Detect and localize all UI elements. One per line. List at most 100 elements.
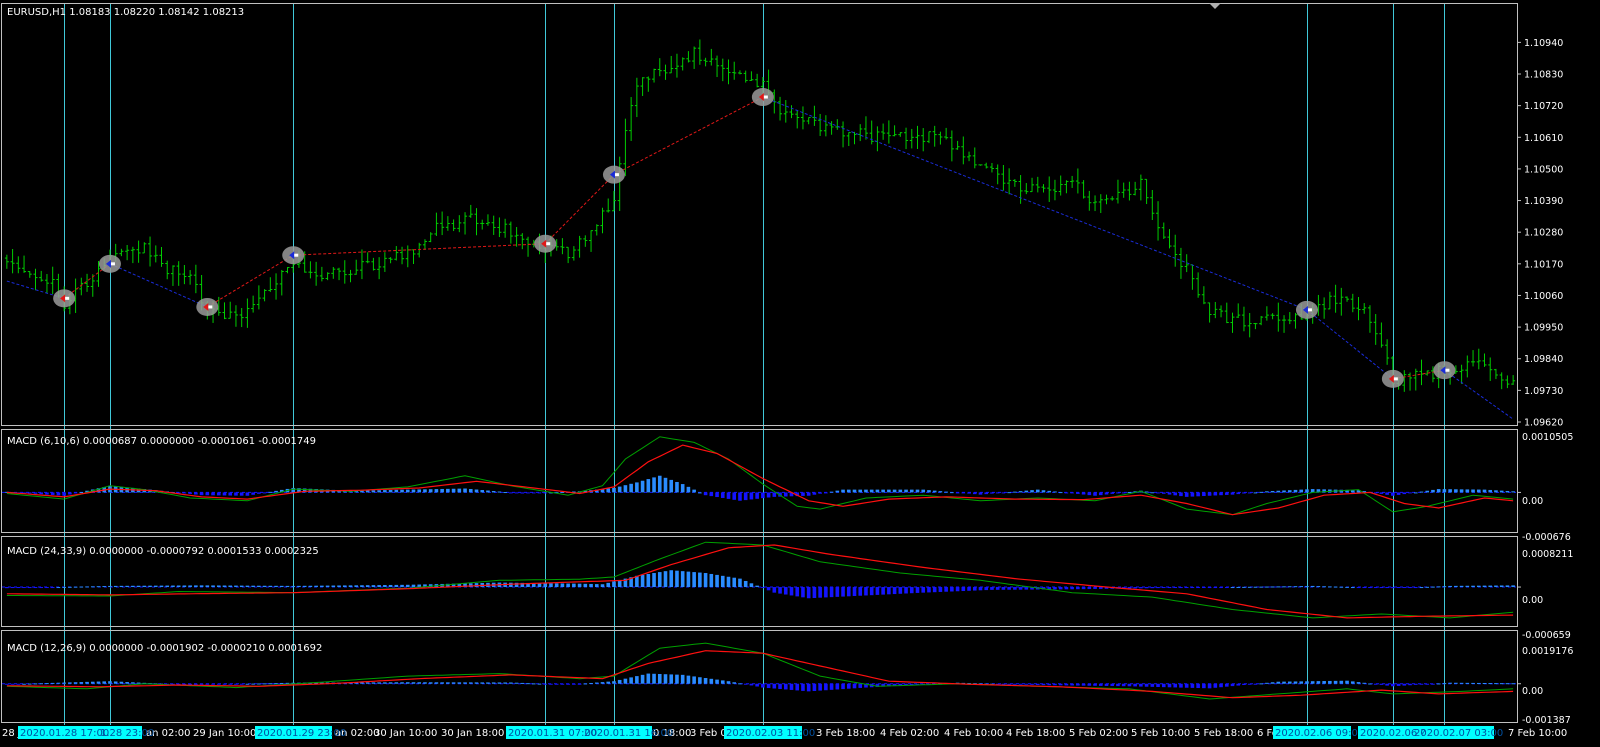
macd-histogram-bar <box>1058 683 1063 686</box>
macd-histogram-bar <box>629 677 633 684</box>
macd-histogram-bar <box>1098 587 1103 589</box>
macd-histogram-bar <box>1144 683 1149 687</box>
macd-histogram-bar <box>755 492 759 499</box>
time-axis: 28 J an 02:00 29 Jan 10:00 an 02:00 30 J… <box>2 726 1567 739</box>
macd-histogram-bar <box>1402 492 1407 495</box>
macd-histogram-bar <box>818 587 822 598</box>
macd-histogram-bar <box>1413 587 1418 589</box>
macd-histogram-bar <box>1167 492 1172 495</box>
macd-histogram-bar <box>68 586 72 588</box>
macd-histogram-bar <box>755 683 759 687</box>
macd-histogram-bar <box>1219 587 1223 589</box>
macd-histogram-bar <box>1448 585 1452 588</box>
macd-histogram-bar <box>1024 683 1029 685</box>
macd-histogram-bar <box>537 683 542 685</box>
macd-histogram-bar <box>864 489 868 493</box>
macd-histogram-bar <box>1110 492 1115 494</box>
macd-histogram-bar <box>423 682 427 684</box>
macd-histogram-bar <box>635 575 639 588</box>
macd-histogram-bar <box>531 683 536 685</box>
macd-histogram-bar <box>852 683 857 689</box>
macd-histogram-bar <box>772 683 777 689</box>
macd-histogram-bar <box>646 573 651 588</box>
macd-histogram-bar <box>560 583 565 588</box>
time-label: 5 Feb 18:00 <box>1194 728 1253 739</box>
macd-histogram-bar <box>1276 490 1281 493</box>
macd-2-min-label: -0.000659 <box>1522 630 1571 641</box>
macd-histogram-bar <box>90 586 95 588</box>
macd-histogram-bar <box>1213 683 1218 688</box>
macd-histogram-bar <box>1259 586 1263 588</box>
macd-histogram-bar <box>1345 680 1349 684</box>
macd-histogram-bar <box>1299 681 1304 684</box>
macd-histogram-bar <box>503 492 507 494</box>
macd-histogram-bar <box>1328 680 1332 684</box>
macd-histogram-bar <box>594 682 599 684</box>
macd-histogram-bar <box>652 477 656 493</box>
macd-histogram-bar <box>142 585 147 588</box>
macd-histogram-bar <box>257 585 261 588</box>
macd-histogram-bar <box>1030 490 1034 493</box>
macd-histogram-bar <box>1179 492 1183 497</box>
macd-histogram-bar <box>1494 683 1498 685</box>
macd-histogram-bar <box>257 492 261 494</box>
macd-histogram-bar <box>646 479 651 493</box>
macd-histogram-bar <box>1442 489 1447 493</box>
macd-histogram-bar <box>1161 587 1166 589</box>
macd-histogram-bar <box>1436 489 1441 493</box>
macd-histogram-bar <box>738 578 742 588</box>
mt4-chart-window[interactable]: EURUSD,H1 1.08183 1.08220 1.08142 1.0821… <box>0 0 1600 747</box>
macd-histogram-bar <box>1431 586 1435 588</box>
macd-histogram-bar <box>394 584 399 588</box>
macd-histogram-bar <box>709 678 714 684</box>
macd-histogram-bar <box>703 678 708 684</box>
macd-histogram-bar <box>1419 587 1424 589</box>
macd-histogram-bar <box>434 682 439 684</box>
macd-histogram-bar <box>234 585 238 588</box>
macd-histogram-bar <box>377 682 381 684</box>
macd-histogram-bar <box>268 683 273 685</box>
macd-histogram-bar <box>1247 492 1252 494</box>
macd-histogram-bar <box>371 490 376 493</box>
macd-histogram-bar <box>39 492 44 495</box>
macd-histogram-bar <box>222 683 227 685</box>
macd-histogram-bar <box>108 585 112 588</box>
macd-histogram-bar <box>1282 681 1286 684</box>
macd-histogram-bar <box>383 682 387 684</box>
macd-histogram-bar <box>79 586 84 588</box>
macd-histogram-bar <box>1293 489 1298 493</box>
macd-histogram-bar <box>869 587 874 596</box>
macd-histogram-bar <box>892 489 897 493</box>
macd-histogram-bar <box>806 587 811 599</box>
macd-histogram-bar <box>497 491 502 493</box>
sell-signal-icon <box>196 297 219 316</box>
macd-histogram-bar <box>1476 682 1481 684</box>
macd-histogram-bar <box>417 489 422 493</box>
macd-histogram-bar <box>852 587 857 597</box>
macd-histogram-bar <box>1402 683 1407 686</box>
buy-signal-icon <box>98 254 121 273</box>
macd-histogram-bar <box>27 683 32 685</box>
macd-histogram-bar <box>1333 586 1338 588</box>
macd-histogram-bar <box>967 492 971 494</box>
macd-histogram-bar <box>1202 683 1206 689</box>
macd-histogram-bar <box>657 572 662 588</box>
macd-histogram-bar <box>245 585 250 588</box>
macd-histogram-bar <box>308 585 313 588</box>
macd-histogram-bar <box>1499 490 1504 493</box>
macd-histogram-bar <box>113 585 118 588</box>
price-label: 1.10280 <box>1524 228 1563 239</box>
macd-histogram-bar <box>136 585 141 588</box>
macd-histogram-bar <box>732 577 737 588</box>
macd-histogram-bar <box>342 585 347 588</box>
macd-histogram-bar <box>686 486 691 493</box>
macd-histogram-bar <box>1396 492 1401 495</box>
macd-histogram-bar <box>383 490 387 493</box>
macd-histogram-bar <box>1465 682 1470 684</box>
macd-histogram-bar <box>1196 492 1200 497</box>
time-label: 30 Jan 10:00 <box>374 728 437 739</box>
time-tag: 2020.01.29 23:00 <box>257 728 346 739</box>
macd-histogram-bar <box>806 683 811 692</box>
macd-histogram-bar <box>1362 682 1367 684</box>
macd-histogram-bar <box>234 492 238 496</box>
